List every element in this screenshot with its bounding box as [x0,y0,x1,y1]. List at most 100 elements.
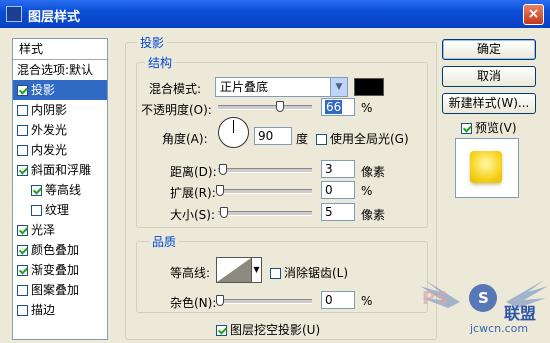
preview-checkbox[interactable] [461,123,472,134]
size-slider-thumb[interactable] [220,207,228,218]
angle-unit: 度 [296,132,309,146]
opacity-unit: % [361,101,373,115]
opacity-slider-thumb[interactable] [276,101,285,112]
opacity-slider[interactable] [218,105,312,110]
contour-dropdown-arrow[interactable]: ▼ [252,257,262,283]
style-list-item[interactable]: 内阴影 [13,100,107,120]
spread-slider[interactable] [218,189,312,194]
style-checkbox[interactable] [17,245,28,256]
style-list-item-label: 颜色叠加 [31,243,80,257]
style-checkbox[interactable] [17,165,28,176]
style-checkbox[interactable] [17,225,28,236]
opacity-label: 不透明度(O): [141,103,212,117]
angle-needle [233,120,234,133]
spread-unit: % [361,184,373,198]
style-checkbox[interactable] [17,265,28,276]
style-list-header[interactable]: 样式 [13,39,107,60]
angle-label: 角度(A): [162,132,208,146]
style-list-item[interactable]: 颜色叠加 [13,240,107,260]
style-list-item-label: 内发光 [31,143,68,157]
style-list-item[interactable]: 投影 [13,80,107,100]
size-unit: 像素 [361,208,386,222]
blend-mode-value: 正片叠底 [220,80,269,94]
style-list-item-label: 渐变叠加 [31,263,80,277]
chevron-down-icon: ▼ [330,78,347,96]
global-light-option[interactable]: 使用全局光(G) [316,130,409,147]
style-checkbox[interactable] [17,305,28,316]
new-style-button[interactable]: 新建样式(W)... [442,93,536,114]
distance-slider[interactable] [218,168,312,173]
distance-input[interactable]: 3 [321,160,355,178]
style-checkbox[interactable] [17,125,28,136]
style-list-item[interactable]: 内发光 [13,140,107,160]
spread-value: 0 [325,183,333,197]
style-list-item[interactable]: 图案叠加 [13,280,107,300]
ok-button[interactable]: 确定 [442,39,536,60]
style-list-item[interactable]: 渐变叠加 [13,260,107,280]
quality-title: 品质 [149,233,180,250]
noise-label: 杂色(N): [170,296,217,310]
preview-option[interactable]: 预览(V) [461,119,517,136]
style-list-item[interactable]: 斜面和浮雕 [13,160,107,180]
size-input[interactable]: 5 [321,203,355,221]
size-slider[interactable] [218,211,312,216]
photoshop-icon [6,6,22,22]
spread-input[interactable]: 0 [321,181,355,199]
style-checkbox[interactable] [17,105,28,116]
style-checkbox[interactable] [17,85,28,96]
style-list: 样式 混合选项:默认 投影内阴影外发光内发光斜面和浮雕等高线纹理光泽颜色叠加渐变叠… [12,38,108,340]
noise-slider-thumb[interactable] [216,295,224,306]
style-list-item-label: 纹理 [45,203,70,217]
global-light-checkbox[interactable] [316,134,327,145]
spread-slider-thumb[interactable] [216,185,224,196]
style-list-item[interactable]: 外发光 [13,120,107,140]
angle-value: 90 [258,129,274,143]
blend-mode-select[interactable]: 正片叠底 ▼ [215,77,348,97]
noise-slider[interactable] [218,299,312,304]
close-button[interactable]: × [523,4,544,25]
contour-picker[interactable] [216,257,252,283]
opacity-value: 66 [325,100,343,114]
spread-label: 扩展(R): [170,186,216,200]
antialias-label: 消除锯齿(L) [284,266,349,280]
knockout-label: 图层挖空投影(U) [230,323,321,337]
preview-label: 预览(V) [475,121,517,135]
style-list-item[interactable]: 光泽 [13,220,107,240]
style-checkbox[interactable] [17,145,28,156]
global-light-label: 使用全局光(G) [330,132,409,146]
distance-label: 距离(D): [170,165,217,179]
style-list-item-label: 描边 [31,303,56,317]
style-list-item[interactable]: 混合选项:默认 [13,60,107,80]
watermark-url: jcwcn.com [470,322,529,335]
angle-input[interactable]: 90 [254,127,292,145]
antialias-option[interactable]: 消除锯齿(L) [270,264,348,281]
cancel-button[interactable]: 取消 [442,66,536,87]
blend-mode-label: 混合模式: [149,82,202,96]
structure-title: 结构 [145,54,176,71]
style-list-item[interactable]: 等高线 [13,180,107,200]
size-value: 5 [325,205,333,219]
shadow-color-swatch[interactable] [354,78,384,96]
style-checkbox[interactable] [17,285,28,296]
site-watermark: S 联盟 jcwcn.com PS [420,262,550,340]
style-list-item-label: 外发光 [31,123,68,137]
distance-slider-thumb[interactable] [219,164,227,175]
title-bar: 图层样式 × [0,0,550,28]
layer-style-dialog: 图层样式 × 样式 混合选项:默认 投影内阴影外发光内发光斜面和浮雕等高线纹理光泽… [0,0,550,340]
watermark-brand: 联盟 [504,304,537,323]
angle-dial[interactable] [218,117,249,148]
antialias-checkbox[interactable] [270,268,281,279]
knockout-option[interactable]: 图层挖空投影(U) [216,321,320,338]
noise-input[interactable]: 0 [321,291,355,309]
style-list-item-label: 等高线 [45,183,82,197]
style-list-item[interactable]: 描边 [13,300,107,320]
style-checkbox[interactable] [31,205,42,216]
contour-label: 等高线: [170,266,211,280]
style-list-item-label: 内阴影 [31,103,68,117]
opacity-input[interactable]: 66 [321,98,355,116]
watermark-logo-letter: S [478,289,489,307]
knockout-checkbox[interactable] [216,325,227,336]
noise-unit: % [361,294,373,308]
style-checkbox[interactable] [31,185,42,196]
style-list-item[interactable]: 纹理 [13,200,107,220]
